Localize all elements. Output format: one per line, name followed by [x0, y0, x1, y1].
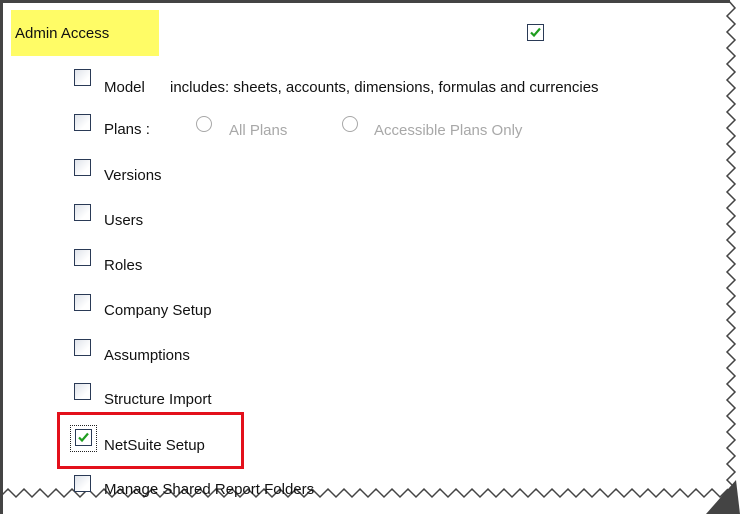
admin-access-checkbox[interactable]	[527, 24, 544, 41]
company-setup-label: Company Setup	[104, 302, 212, 319]
assumptions-checkbox[interactable]	[74, 339, 91, 356]
check-mark-icon	[78, 432, 89, 443]
structure-import-checkbox[interactable]	[74, 383, 91, 400]
structure-import-label: Structure Import	[104, 391, 212, 408]
accessible-plans-label: Accessible Plans Only	[374, 122, 523, 139]
plans-checkbox[interactable]	[74, 114, 91, 131]
check-mark-icon	[530, 27, 541, 38]
users-checkbox[interactable]	[74, 204, 91, 221]
plans-label: Plans :	[104, 121, 150, 138]
versions-checkbox[interactable]	[74, 159, 91, 176]
all-plans-radio-icon[interactable]	[196, 116, 212, 132]
model-label: Model	[104, 79, 145, 96]
manage-shared-report-folders-label: Manage Shared Report Folders	[104, 481, 315, 498]
admin-access-label: Admin Access	[15, 24, 110, 42]
company-setup-checkbox[interactable]	[74, 294, 91, 311]
admin-access-panel: Admin Access Model includes: sheets, acc…	[0, 0, 740, 514]
users-label: Users	[104, 212, 144, 229]
roles-label: Roles	[104, 257, 143, 274]
all-plans-label: All Plans	[229, 122, 288, 139]
roles-checkbox[interactable]	[74, 249, 91, 266]
netsuite-setup-label: NetSuite Setup	[104, 437, 205, 454]
model-note: includes: sheets, accounts, dimensions, …	[170, 79, 599, 96]
admin-access-header: Admin Access	[11, 10, 159, 56]
model-checkbox[interactable]	[74, 69, 91, 86]
manage-shared-report-folders-checkbox[interactable]	[74, 475, 91, 492]
netsuite-setup-checkbox[interactable]	[75, 429, 92, 446]
accessible-plans-radio-icon[interactable]	[342, 116, 358, 132]
versions-label: Versions	[104, 167, 162, 184]
assumptions-label: Assumptions	[104, 347, 190, 364]
